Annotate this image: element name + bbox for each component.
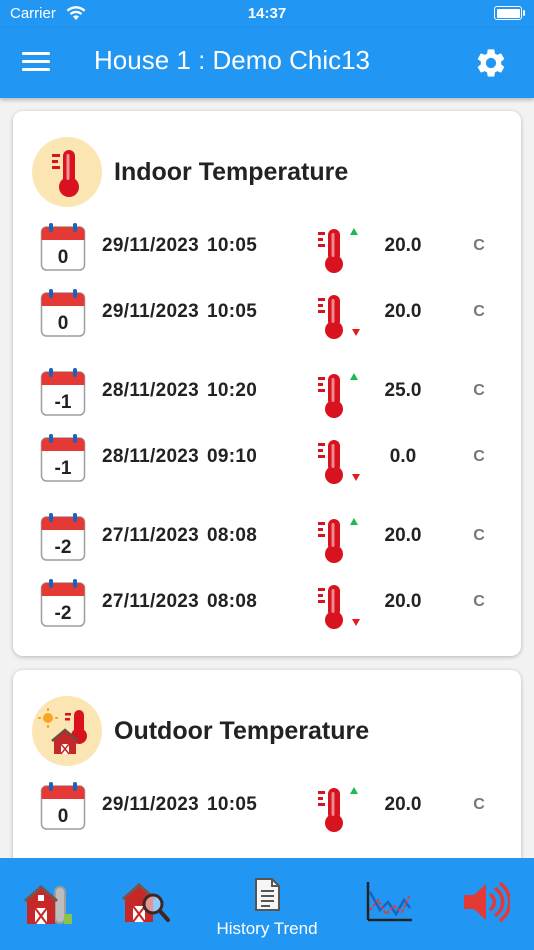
reading-unit: C — [473, 593, 485, 610]
thermometer-trend-up-icon — [304, 221, 358, 275]
reading-unit: C — [473, 237, 485, 254]
reading-date: 29/11/2023 — [102, 235, 200, 256]
thermometer-trend-down-icon — [304, 287, 360, 341]
app-bar: House 1 : Demo Chic13 — [0, 28, 534, 98]
day-offset: 0 — [58, 313, 69, 334]
thermometer-trend-down-icon — [304, 432, 360, 486]
barn-silo-icon — [24, 885, 72, 925]
line-chart-icon — [366, 882, 412, 922]
reading-row: 0 29/11/2023 10:05 20.0 C — [13, 287, 521, 341]
reading-unit: C — [473, 303, 485, 320]
page-title: House 1 : Demo Chic13 — [94, 45, 371, 75]
indoor-card-title: Indoor Temperature — [114, 158, 349, 186]
reading-date: 28/11/2023 — [102, 446, 200, 467]
indoor-card-header: Indoor Temperature — [13, 111, 521, 221]
reading-value: 20.0 — [384, 301, 422, 322]
reading-time: 09:10 — [207, 446, 258, 467]
calendar-icon: -1 — [40, 367, 86, 417]
reading-row: -1 28/11/2023 10:20 25.0 C — [13, 366, 521, 420]
day-offset: -1 — [55, 392, 72, 413]
reading-datetime: 29/11/2023 10:05 — [102, 235, 257, 257]
reading-value: 20.0 — [384, 794, 422, 815]
thermometer-trend-up-icon — [304, 780, 358, 834]
calendar-icon: -2 — [40, 512, 86, 562]
reading-row: 0 29/11/2023 10:05 20.0 C — [13, 780, 521, 834]
hamburger-menu-icon[interactable] — [22, 52, 50, 74]
reading-date: 27/11/2023 — [102, 591, 200, 612]
gear-icon[interactable] — [474, 46, 508, 80]
calendar-icon: 0 — [40, 781, 86, 831]
reading-row: 0 29/11/2023 10:05 20.0 C — [13, 221, 521, 275]
day-offset: -1 — [55, 458, 72, 479]
reading-datetime: 28/11/2023 10:20 — [102, 380, 257, 402]
indoor-thermometer-icon — [32, 137, 102, 207]
tab-history-trend-label: History Trend — [216, 919, 318, 938]
scroll-content[interactable]: Indoor Temperature 0 29/11/2023 10:05 20.0 C… — [0, 98, 534, 858]
day-offset: -2 — [55, 603, 72, 624]
reading-row: -2 27/11/2023 08:08 20.0 C — [13, 577, 521, 631]
thermometer-trend-up-icon — [304, 366, 358, 420]
reading-datetime: 27/11/2023 08:08 — [102, 591, 257, 613]
battery-fill — [496, 8, 520, 18]
reading-date: 29/11/2023 — [102, 794, 200, 815]
reading-value: 0.0 — [389, 446, 417, 467]
outdoor-barn-thermometer-icon — [32, 696, 102, 766]
reading-value: 25.0 — [384, 380, 422, 401]
barn-search-icon — [122, 883, 170, 923]
day-offset: 0 — [58, 806, 69, 827]
tab-history-trend[interactable]: History Trend — [190, 858, 344, 950]
outdoor-card-header: Outdoor Temperature — [13, 670, 521, 780]
calendar-icon: 0 — [40, 222, 86, 272]
reading-unit: C — [473, 382, 485, 399]
reading-date: 29/11/2023 — [102, 301, 200, 322]
tab-alarm[interactable] — [438, 858, 534, 950]
reading-date: 27/11/2023 — [102, 525, 200, 546]
reading-time: 10:05 — [207, 235, 258, 256]
document-icon — [255, 878, 280, 911]
indoor-temperature-card: Indoor Temperature 0 29/11/2023 10:05 20.0 C… — [13, 111, 521, 656]
reading-datetime: 28/11/2023 09:10 — [102, 446, 257, 468]
reading-unit: C — [473, 527, 485, 544]
calendar-icon: 0 — [40, 288, 86, 338]
outdoor-card-title: Outdoor Temperature — [114, 717, 370, 745]
reading-time: 10:05 — [207, 794, 258, 815]
reading-unit: C — [473, 796, 485, 813]
day-offset: -2 — [55, 537, 72, 558]
reading-value: 20.0 — [384, 591, 422, 612]
reading-row: -1 28/11/2023 09:10 0.0 C — [13, 432, 521, 486]
clock: 14:37 — [247, 5, 287, 22]
speaker-icon — [464, 882, 510, 922]
tab-farm[interactable] — [0, 858, 96, 950]
reading-unit: C — [473, 448, 485, 465]
reading-time: 10:05 — [207, 301, 258, 322]
calendar-icon: -1 — [40, 433, 86, 483]
status-bar: Carrier 14:37 — [0, 0, 534, 28]
reading-time: 08:08 — [207, 525, 258, 546]
reading-datetime: 27/11/2023 08:08 — [102, 525, 257, 547]
battery-icon — [494, 6, 525, 20]
day-offset: 0 — [58, 247, 69, 268]
outdoor-temperature-card: Outdoor Temperature 0 29/11/2023 10:05 20.0… — [13, 670, 521, 858]
bottom-tab-bar: History Trend — [0, 858, 534, 950]
reading-time: 08:08 — [207, 591, 258, 612]
calendar-icon: -2 — [40, 578, 86, 628]
reading-row: -2 27/11/2023 08:08 20.0 C — [13, 511, 521, 565]
reading-value: 20.0 — [384, 525, 422, 546]
reading-datetime: 29/11/2023 10:05 — [102, 794, 257, 816]
thermometer-trend-down-icon — [304, 577, 360, 631]
reading-datetime: 29/11/2023 10:05 — [102, 301, 257, 323]
reading-value: 20.0 — [384, 235, 422, 256]
thermometer-trend-up-icon — [304, 511, 358, 565]
reading-time: 10:20 — [207, 380, 258, 401]
tab-farm-search[interactable] — [100, 858, 196, 950]
tab-chart[interactable] — [340, 858, 436, 950]
reading-date: 28/11/2023 — [102, 380, 200, 401]
